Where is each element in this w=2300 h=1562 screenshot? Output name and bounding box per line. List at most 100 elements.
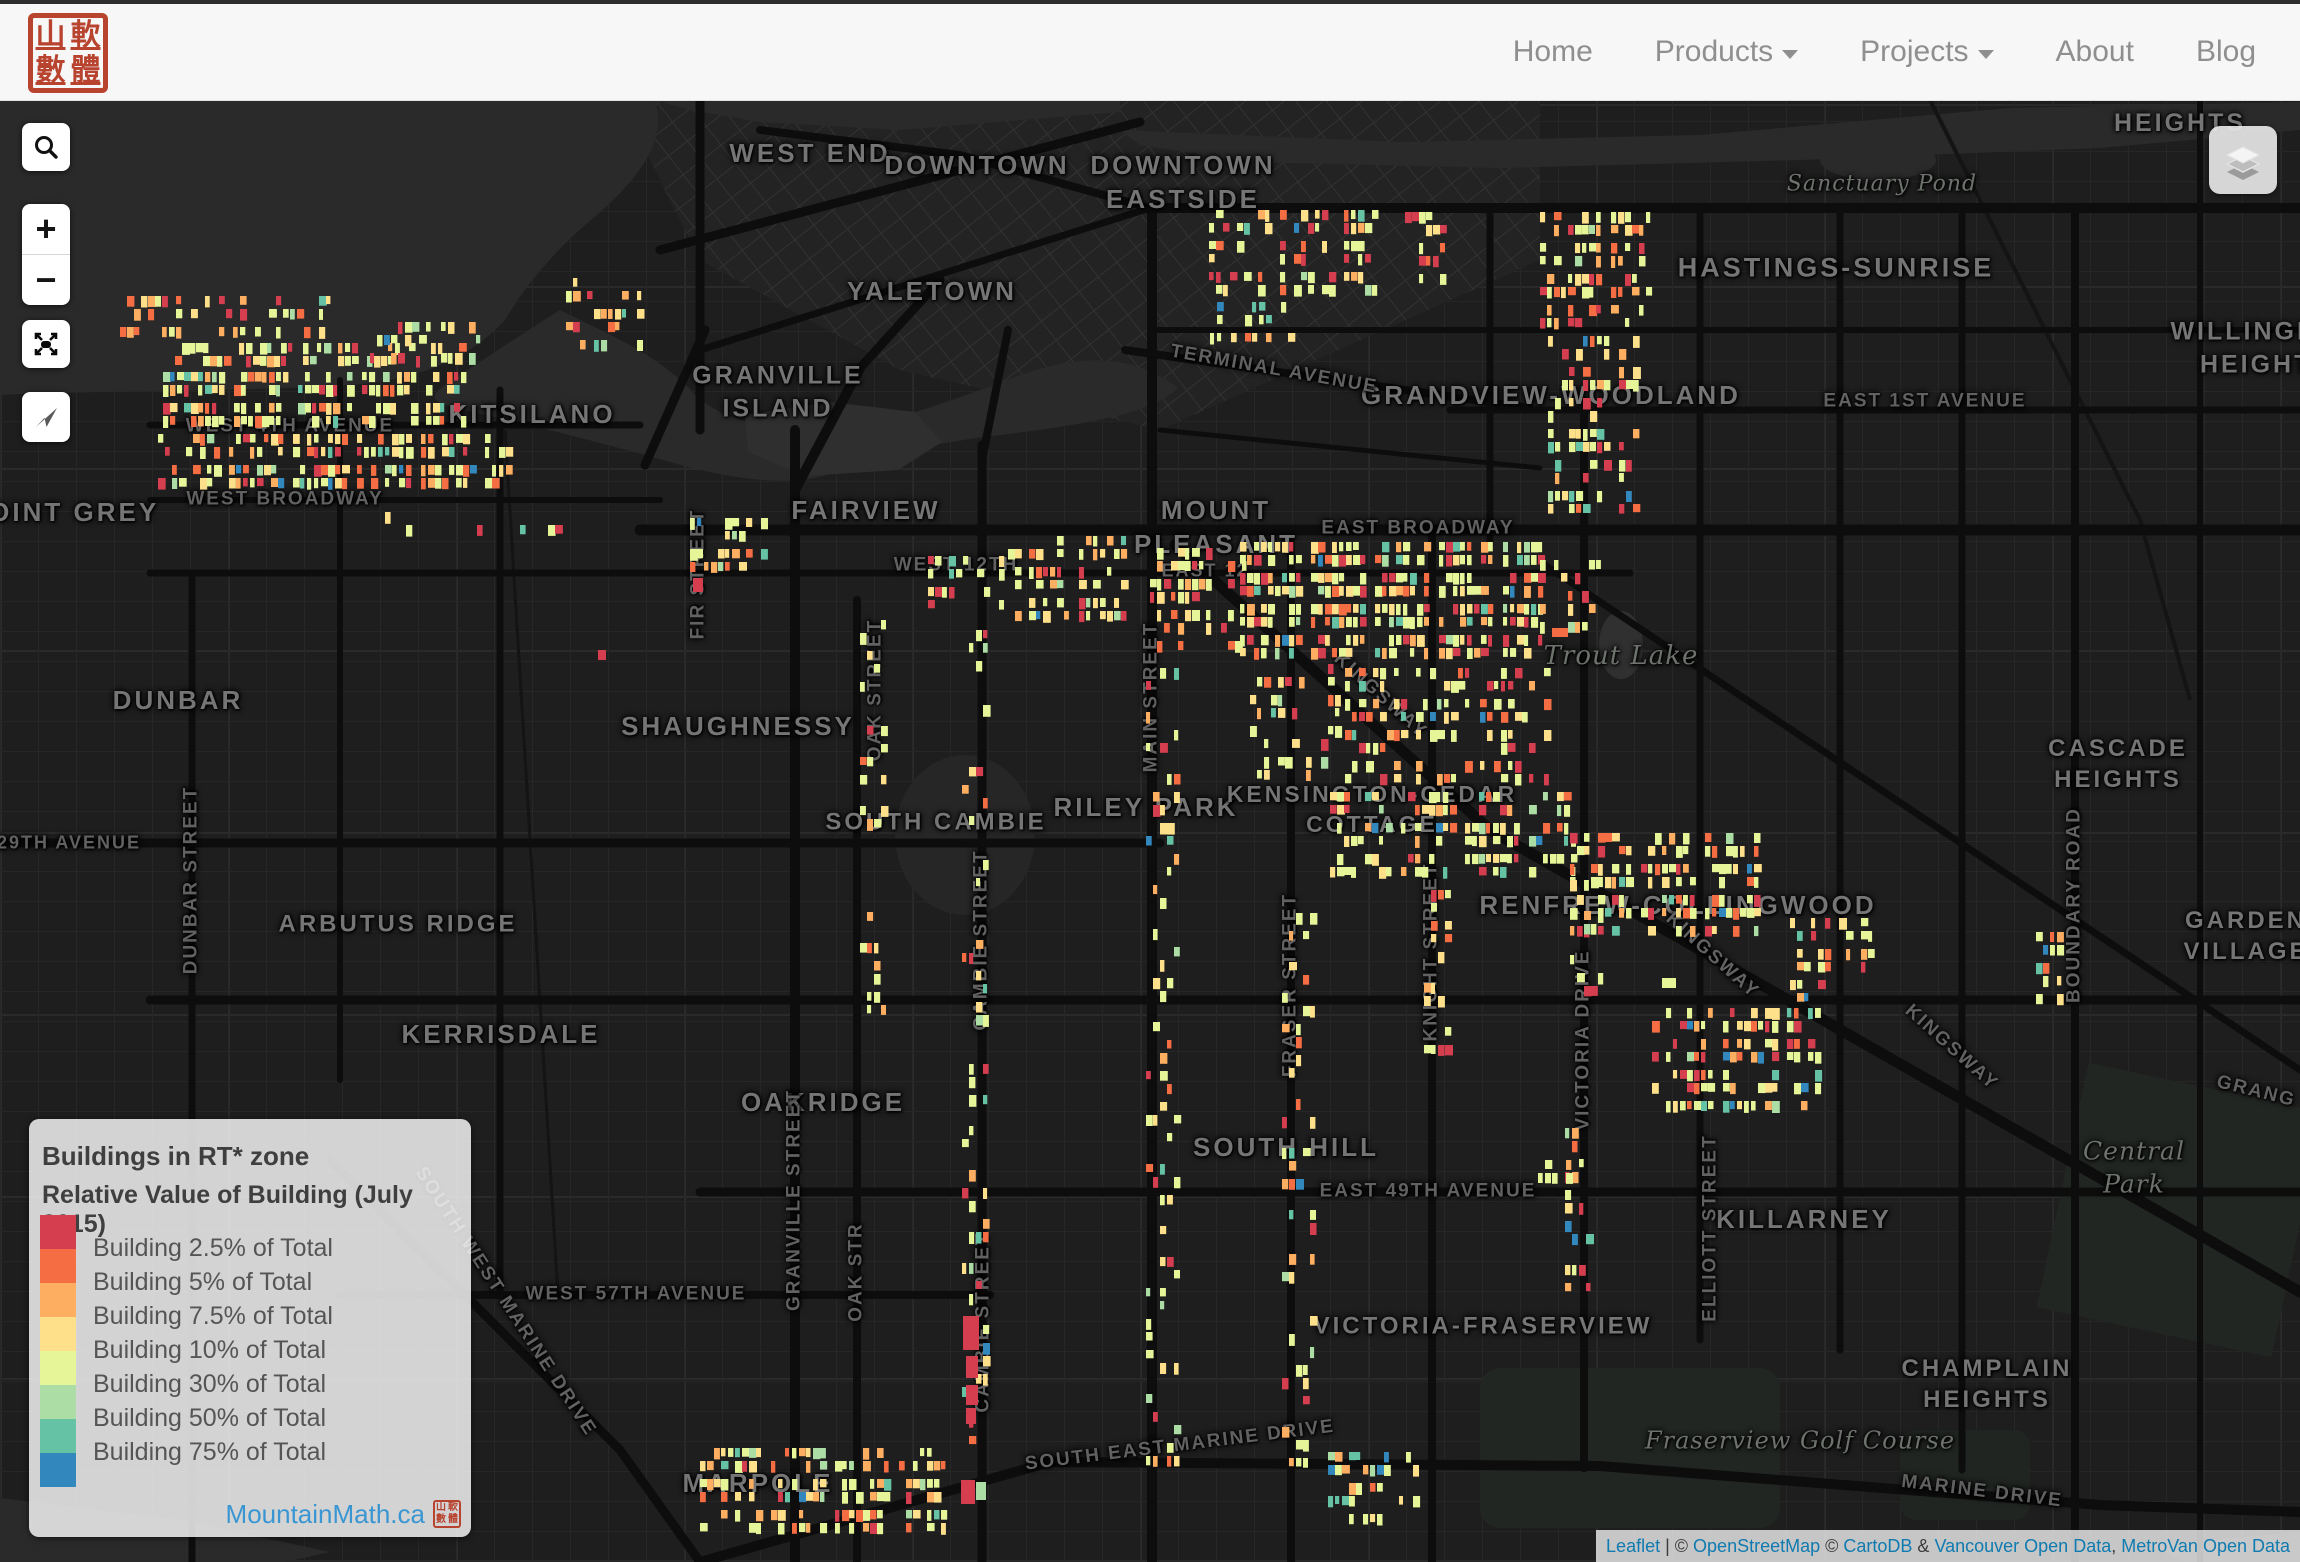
street-label: KINGSWAY bbox=[1660, 907, 1764, 1004]
street-label: TERMINAL AVENUE bbox=[1168, 340, 1379, 401]
app-window: 山軟數體 HomeProductsProjectsAboutBlog bbox=[0, 0, 2300, 1562]
main-nav: Home Products Projects About Blog bbox=[1513, 4, 2256, 100]
neighbourhood-label: SOUTH CAMBIE bbox=[825, 806, 1046, 837]
street-label: DUNBAR STREET bbox=[180, 786, 205, 975]
nav-item-label: Products bbox=[1655, 35, 1773, 69]
street-label: KINGSWAY bbox=[1899, 999, 2003, 1096]
layers-icon bbox=[2221, 138, 2265, 182]
neighbourhood-label: ARBUTUS RIDGE bbox=[278, 908, 517, 939]
zoom-out-button[interactable]: − bbox=[22, 255, 70, 305]
window-top-edge bbox=[0, 0, 2300, 4]
street-label: KINGSWAY bbox=[1328, 647, 1432, 744]
attribution-text: , bbox=[2111, 1536, 2121, 1557]
neighbourhood-label: RENFREW-COLLINGWOOD bbox=[1479, 889, 1876, 923]
legend-label: Building 30% of Total bbox=[93, 1370, 326, 1399]
fullscreen-button[interactable] bbox=[22, 320, 70, 368]
attribution-link[interactable]: Leaflet bbox=[1606, 1536, 1660, 1557]
street-label: MAIN STREET bbox=[1140, 622, 1165, 773]
locate-button[interactable] bbox=[22, 392, 70, 442]
legend-swatch bbox=[40, 1283, 76, 1317]
map-attribution: Leaflet | © OpenStreetMap © CartoDB & Va… bbox=[1596, 1530, 2300, 1562]
attribution-link[interactable]: OpenStreetMap bbox=[1693, 1536, 1820, 1557]
neighbourhood-label: WEST END bbox=[729, 137, 890, 171]
legend-color-ramp bbox=[40, 1215, 76, 1487]
street-label: GRANG bbox=[2214, 1070, 2298, 1113]
neighbourhood-label: KERRISDALE bbox=[401, 1018, 600, 1052]
neighbourhood-label: SOUTH HILL bbox=[1193, 1131, 1379, 1165]
street-label: EAST 49TH AVENUE bbox=[1320, 1180, 1537, 1205]
legend-swatch bbox=[40, 1215, 76, 1249]
neighbourhood-label: MOUNT PLEASANT bbox=[1134, 494, 1298, 562]
neighbourhood-label: OAKRIDGE bbox=[741, 1086, 905, 1120]
street-label: WEST BROADWAY bbox=[186, 488, 383, 513]
seal-mini-char: 體 bbox=[447, 1514, 459, 1526]
street-label: OAK STREET bbox=[864, 619, 889, 761]
water-label: Central Park bbox=[2051, 1136, 2217, 1201]
street-label: CAMBIE STREET bbox=[970, 849, 995, 1030]
zoom-in-button[interactable]: + bbox=[22, 204, 70, 254]
search-icon bbox=[33, 134, 59, 160]
neighbourhood-label: KITSILANO bbox=[448, 398, 615, 432]
neighbourhood-label: GRANDVIEW-WOODLAND bbox=[1361, 379, 1741, 413]
legend-label: Building 75% of Total bbox=[93, 1438, 326, 1467]
street-label: MARINE DRIVE bbox=[1900, 1470, 2064, 1514]
street-label: EAST 12 bbox=[1161, 559, 1248, 582]
neighbourhood-label: GRANVILLE ISLAND bbox=[692, 360, 863, 425]
neighbourhood-label: DUNBAR bbox=[113, 684, 244, 718]
neighbourhood-label: KILLARNEY bbox=[1716, 1203, 1892, 1237]
neighbourhood-label: HASTINGS-SUNRISE bbox=[1678, 250, 1995, 285]
search-button[interactable] bbox=[22, 123, 70, 171]
legend-swatch bbox=[40, 1317, 76, 1351]
chevron-down-icon bbox=[1978, 50, 1994, 59]
seal-mini-char: 數 bbox=[435, 1514, 447, 1526]
nav-item-projects[interactable]: Projects bbox=[1860, 35, 1993, 69]
neighbourhood-label: WILLINGDON HEIGHTS bbox=[2170, 316, 2300, 381]
legend-panel: Buildings in RT* zone Relative Value of … bbox=[29, 1119, 471, 1537]
legend-swatch bbox=[40, 1385, 76, 1419]
attribution-link[interactable]: MetroVan Open Data bbox=[2121, 1536, 2290, 1557]
nav-item-label: About bbox=[2056, 35, 2134, 69]
legend-label: Building 2.5% of Total bbox=[93, 1234, 333, 1263]
logo-char: 軟 bbox=[68, 18, 103, 53]
nav-item-label: Blog bbox=[2196, 35, 2256, 69]
nav-item-label: Projects bbox=[1860, 35, 1968, 69]
neighbourhood-label: YALETOWN bbox=[847, 275, 1017, 309]
neighbourhood-label: CASCADE HEIGHTS bbox=[2048, 733, 2188, 795]
street-label: GRANVILLE STREET bbox=[783, 1089, 808, 1311]
nav-item-blog[interactable]: Blog bbox=[2196, 35, 2256, 69]
mountainmath-seal-icon: 山軟數體 bbox=[433, 1500, 461, 1528]
neighbourhood-label: CHAMPLAIN HEIGHTS bbox=[1902, 1353, 2073, 1415]
attribution-link[interactable]: Vancouver Open Data bbox=[1934, 1536, 2111, 1557]
neighbourhood-label: SHAUGHNESSY bbox=[621, 710, 855, 744]
neighbourhood-label: KENSINGTON-CEDAR COTTAGE bbox=[1227, 780, 1517, 840]
nav-item-products[interactable]: Products bbox=[1655, 35, 1798, 69]
attribution-text: & bbox=[1912, 1536, 1934, 1557]
neighbourhood-label: FAIRVIEW bbox=[791, 494, 940, 528]
attribution-link[interactable]: CartoDB bbox=[1843, 1536, 1912, 1557]
logo-char: 數 bbox=[33, 53, 68, 88]
street-label: VICTORIA DRIVE bbox=[1572, 949, 1597, 1130]
legend-subtitle: Relative Value of Building (July 2015) bbox=[42, 1181, 471, 1239]
water-label: Trout Lake bbox=[1544, 640, 1699, 674]
neighbourhood-label: POINT GREY bbox=[0, 496, 159, 530]
nav-item-home[interactable]: Home bbox=[1513, 35, 1593, 69]
mountainmath-logo[interactable]: 山軟數體 bbox=[28, 13, 108, 93]
layers-button[interactable] bbox=[2209, 126, 2277, 194]
street-label: WEST 12TH bbox=[894, 554, 1019, 579]
legend-label: Building 10% of Total bbox=[93, 1336, 326, 1365]
zoom-control: + − bbox=[22, 204, 70, 305]
logo-char: 山 bbox=[33, 18, 68, 53]
street-label: KNIGHT STREET bbox=[1420, 862, 1445, 1041]
legend-title: Buildings in RT* zone bbox=[42, 1141, 309, 1172]
street-label: BOUNDARY ROAD bbox=[2063, 807, 2088, 1003]
street-label: FIR STREET bbox=[687, 509, 712, 640]
water-label: Fraserview Golf Course bbox=[1645, 1425, 1955, 1456]
chevron-down-icon bbox=[1782, 50, 1798, 59]
attribution-text: | © bbox=[1660, 1536, 1693, 1557]
mountainmath-link[interactable]: MountainMath.ca bbox=[226, 1499, 425, 1530]
map-canvas[interactable]: WEST ENDDOWNTOWNDOWNTOWN EASTSIDEYALETOW… bbox=[0, 100, 2300, 1562]
nav-item-about[interactable]: About bbox=[2056, 35, 2134, 69]
neighbourhood-label: DOWNTOWN EASTSIDE bbox=[1090, 149, 1275, 217]
street-label: WEST 4TH AVENUE bbox=[186, 415, 394, 440]
street-label: OAK STR bbox=[845, 1222, 870, 1322]
